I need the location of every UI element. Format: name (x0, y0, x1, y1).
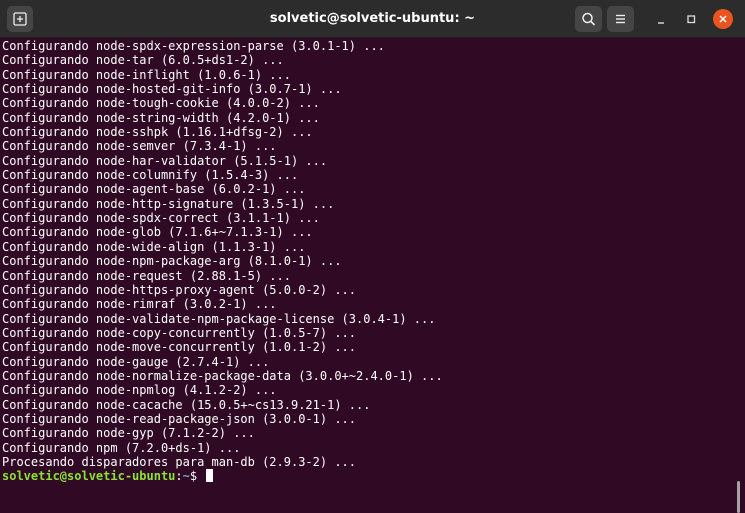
output-line: Configurando node-move-concurrently (1.0… (2, 340, 357, 355)
maximize-button[interactable] (681, 9, 701, 29)
output-line: Configurando npm (7.2.0+ds-1) ... (2, 440, 241, 455)
new-tab-button[interactable] (7, 6, 33, 32)
search-button[interactable] (575, 6, 602, 32)
hamburger-menu-icon (616, 14, 625, 24)
output-line: Configurando node-hosted-git-info (3.0.7… (2, 82, 342, 97)
output-line: Configurando node-copy-concurrently (1.0… (2, 325, 357, 340)
output-line: Configurando node-http-signature (1.3.5-… (2, 196, 335, 211)
output-line: Configurando node-gauge (2.7.4-1) ... (2, 354, 270, 369)
output-line: Configurando node-normalize-package-data… (2, 368, 443, 383)
output-line: Configurando node-columnify (1.5.4-3) ..… (2, 168, 299, 183)
output-line: Configurando node-request (2.88.1-5) ... (2, 268, 291, 283)
output-line: Configurando node-inflight (1.0.6-1) ... (2, 67, 291, 82)
prompt-path: ~ (182, 469, 190, 484)
output-line: Configurando node-npmlog (4.1.2-2) ... (2, 383, 277, 398)
title-bar[interactable]: solvetic@solvetic-ubuntu: ~ (0, 0, 745, 38)
menu-button[interactable] (607, 6, 634, 32)
terminal-output[interactable]: Configurando node-spdx-expression-parse … (0, 38, 733, 513)
close-icon (719, 15, 727, 23)
output-line: Configurando node-sshpk (1.16.1+dfsg-2) … (2, 125, 313, 140)
scrollbar-thumb[interactable] (737, 481, 740, 513)
output-line: Procesando disparadores para man-db (2.9… (2, 454, 357, 469)
output-line: Configurando node-read-package-json (3.0… (2, 411, 357, 426)
output-line: Configurando node-har-validator (5.1.5-1… (2, 153, 328, 168)
output-line: Configurando node-validate-npm-package-l… (2, 311, 436, 326)
prompt-line[interactable]: solvetic@solvetic-ubuntu:~$ (2, 469, 733, 483)
output-line: Configurando node-wide-align (1.1.3-1) .… (2, 239, 306, 254)
output-line: Configurando node-spdx-expression-parse … (2, 39, 385, 53)
prompt-user-host: solvetic@solvetic-ubuntu (2, 469, 176, 484)
output-line: Configurando node-gyp (7.1.2-2) ... (2, 426, 255, 441)
close-button[interactable] (713, 9, 733, 29)
minimize-button[interactable] (651, 9, 671, 29)
maximize-icon (687, 15, 696, 24)
output-line: Configurando node-cacache (15.0.5+~cs13.… (2, 397, 371, 412)
search-icon (582, 12, 595, 26)
prompt-symbol: $ (189, 469, 205, 484)
output-line: Configurando node-tar (6.0.5+ds1-2) ... (2, 53, 284, 68)
new-tab-icon (13, 12, 27, 26)
output-line: Configurando node-https-proxy-agent (5.0… (2, 282, 357, 297)
vertical-scrollbar[interactable] (733, 38, 745, 513)
output-line: Configurando node-rimraf (3.0.2-1) ... (2, 297, 277, 312)
output-line: Configurando node-npm-package-arg (8.1.0… (2, 254, 342, 269)
terminal-window: solvetic@solvetic-ubuntu: ~ Configurando… (0, 0, 745, 513)
prompt-separator: : (175, 469, 183, 484)
output-line: Configurando node-semver (7.3.4-1) ... (2, 139, 277, 154)
output-line: Configurando node-agent-base (6.0.2-1) .… (2, 182, 306, 197)
output-line: Configurando node-spdx-correct (3.1.1-1)… (2, 211, 320, 226)
text-cursor (206, 469, 214, 483)
output-line: Configurando node-string-width (4.2.0-1)… (2, 110, 320, 125)
output-line: Configurando node-tough-cookie (4.0.0-2)… (2, 96, 320, 111)
minimize-icon (658, 22, 664, 24)
output-line: Configurando node-glob (7.1.6+~7.1.3-1) … (2, 225, 313, 240)
